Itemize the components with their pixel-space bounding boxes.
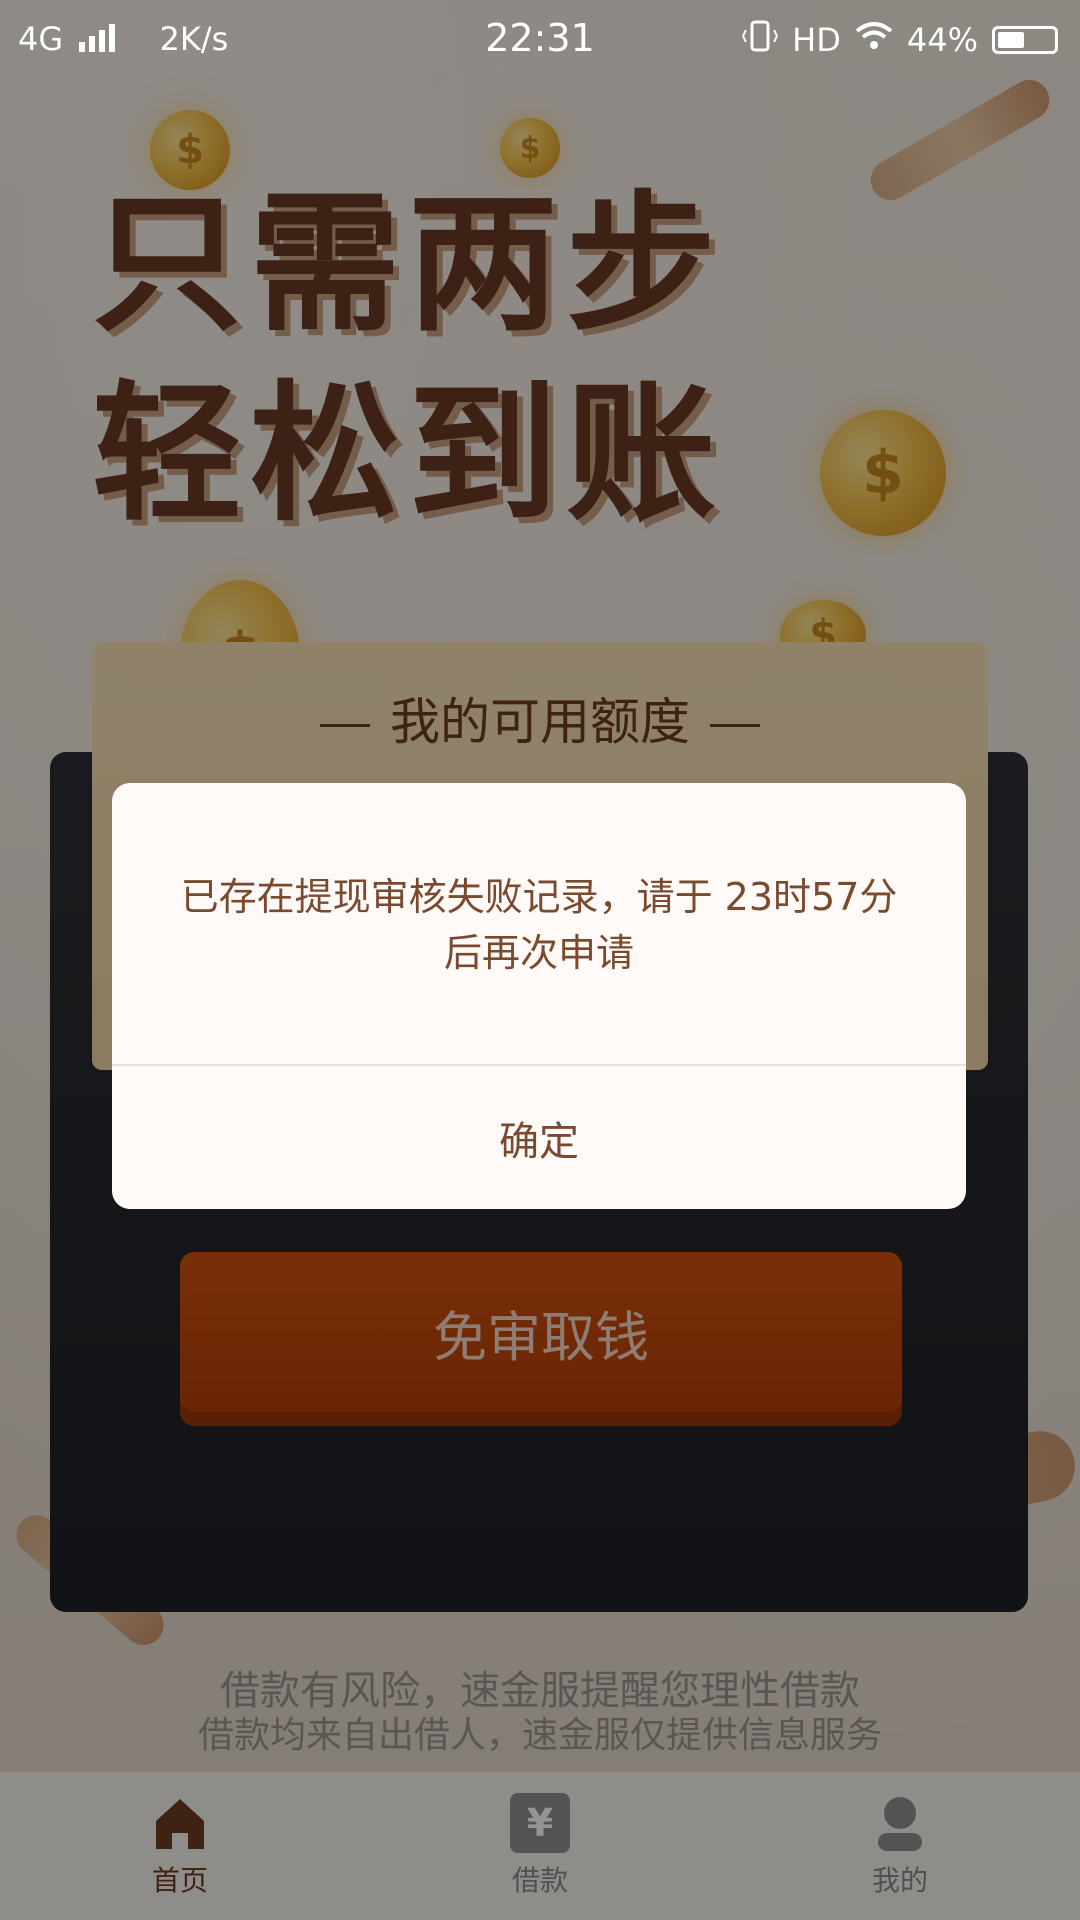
wifi-icon (855, 21, 893, 59)
hd-label: HD (792, 21, 841, 59)
battery-percent: 44% (906, 21, 978, 59)
dialog-message: 已存在提现审核失败记录，请于 23时57分 后再次申请 (152, 869, 926, 981)
vibrate-icon (742, 20, 779, 60)
dialog-message-line2: 后再次申请 (443, 931, 634, 975)
status-right: HD 44% (742, 20, 1058, 60)
battery-icon (992, 26, 1058, 54)
alert-dialog: 已存在提现审核失败记录，请于 23时57分 后再次申请 确定 (112, 783, 966, 1209)
dialog-message-line1: 已存在提现审核失败记录，请于 23时57分 (180, 875, 898, 919)
status-bar: 4G 2K/s 22:31 HD 44% (0, 0, 1080, 76)
confirm-button[interactable]: 确定 (112, 1066, 966, 1209)
